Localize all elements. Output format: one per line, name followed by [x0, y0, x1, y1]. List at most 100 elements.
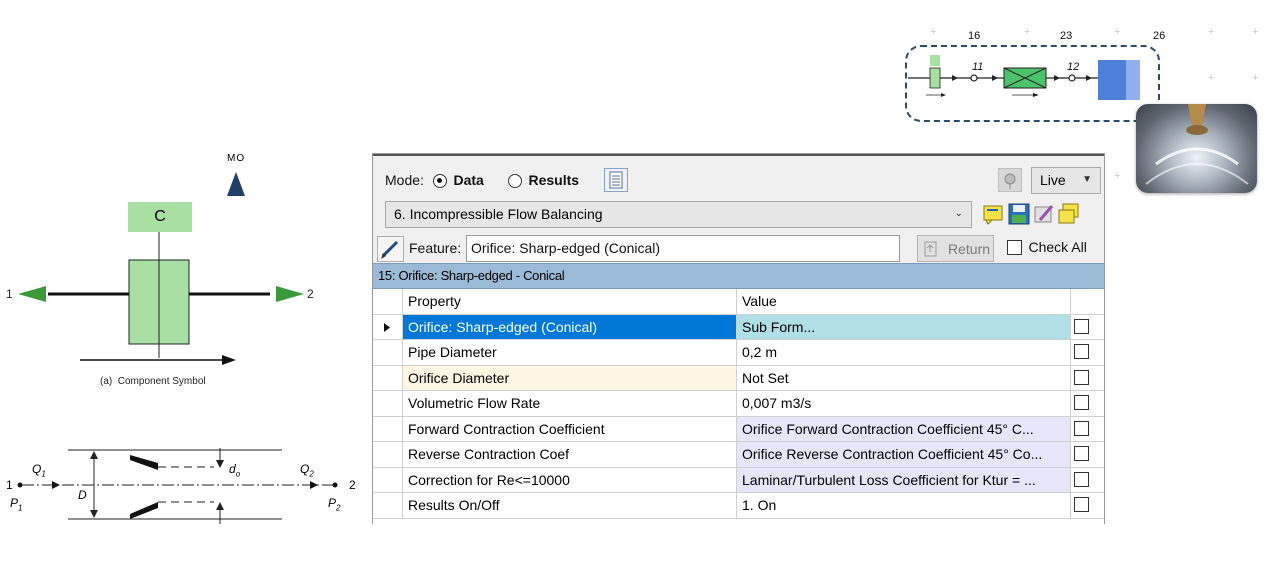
property-name: Correction for Re<=10000 [408, 471, 570, 488]
row-selector[interactable] [373, 365, 403, 390]
mode-label: Mode: [385, 172, 424, 188]
q1-label: Q1 [32, 462, 46, 478]
table-view-button[interactable] [604, 168, 628, 192]
radio-unselected-icon[interactable] [508, 173, 522, 188]
row-checkbox[interactable] [1074, 446, 1089, 461]
orifice-d-subscript: o [235, 469, 241, 479]
row-check[interactable] [1071, 417, 1104, 442]
scenario-select-value: 6. Incompressible Flow Balancing [394, 206, 603, 222]
value-cell[interactable]: 0,2 m [737, 340, 1071, 365]
property-cell[interactable]: Reverse Contraction Coef [403, 442, 737, 467]
pencil-button[interactable] [377, 236, 404, 262]
property-name: Orifice Diameter [408, 369, 510, 386]
row-selector[interactable] [373, 314, 403, 339]
table-row[interactable]: Correction for Re<=10000 Laminar/Turbule… [373, 467, 1104, 493]
pin-button[interactable] [998, 168, 1022, 192]
row-selector[interactable] [373, 442, 403, 467]
panel-top-border [373, 154, 1104, 156]
p2-subscript: 2 [336, 503, 341, 513]
value-cell[interactable]: Not Set [737, 365, 1071, 390]
property-cell[interactable]: Results On/Off [403, 493, 737, 518]
edit-button[interactable] [1032, 202, 1056, 226]
grid-mark: + [1208, 26, 1215, 38]
row-check[interactable] [1071, 442, 1104, 467]
sticky-notes-button[interactable] [1057, 202, 1081, 226]
edit-icon [1034, 205, 1054, 223]
property-value: Sub Form... [742, 318, 816, 335]
row-check[interactable] [1071, 468, 1104, 493]
property-cell[interactable]: Pipe Diameter [403, 340, 737, 365]
orifice-diagram: 1 2 Q1 Q2 P1 P2 D do [0, 440, 370, 530]
property-value: Orifice Forward Contraction Coefficient … [742, 420, 1034, 437]
row-check[interactable] [1071, 493, 1104, 518]
return-button[interactable]: Return [917, 235, 994, 262]
table-row[interactable]: Forward Contraction Coefficient Orifice … [373, 416, 1104, 442]
table-row[interactable]: Pipe Diameter 0,2 m [373, 340, 1104, 366]
row-checkbox[interactable] [1074, 318, 1089, 334]
header-spacer [373, 289, 403, 314]
value-cell[interactable]: Orifice Forward Contraction Coefficient … [737, 416, 1071, 441]
value-cell[interactable]: Laminar/Turbulent Loss Coefficient for K… [737, 467, 1071, 492]
row-checkbox[interactable] [1074, 395, 1089, 410]
row-checkbox[interactable] [1074, 369, 1089, 385]
row-check[interactable] [1071, 391, 1104, 416]
value-cell[interactable]: Sub Form... [737, 314, 1071, 339]
table-row[interactable]: Results On/Off 1. On [373, 493, 1104, 519]
row-checkbox[interactable] [1074, 471, 1089, 487]
row-check[interactable] [1071, 340, 1104, 365]
orifice-d-label: do [229, 462, 240, 478]
return-label: Return [948, 241, 991, 257]
grid-mark: + [1252, 26, 1259, 38]
pin-icon [1004, 173, 1016, 189]
row-check[interactable] [1071, 366, 1104, 391]
mode-results-radio[interactable]: Results [508, 172, 579, 190]
grid-mark: + [1252, 72, 1259, 84]
grid-mark: + [1114, 26, 1121, 38]
row-checkbox[interactable] [1074, 344, 1089, 359]
value-cell[interactable]: 0,007 m3/s [737, 391, 1071, 416]
header-property[interactable]: Property [403, 289, 737, 314]
check-all[interactable]: Check All [1007, 239, 1087, 257]
property-value: 0,007 m3/s [742, 395, 812, 411]
orifice-d-symbol: d [229, 462, 236, 476]
q2-subscript: 2 [309, 469, 314, 479]
grid-mark: + [1208, 72, 1215, 84]
scenario-select[interactable]: 6. Incompressible Flow Balancing ⌄ [385, 201, 972, 228]
row-selector[interactable] [373, 416, 403, 441]
row-selector[interactable] [373, 391, 403, 416]
value-cell[interactable]: Orifice Reverse Contraction Coefficient … [737, 442, 1071, 467]
row-selector[interactable] [373, 467, 403, 492]
orifice-port-right: 2 [349, 478, 356, 492]
chevron-down-icon: ▼ [1082, 174, 1092, 185]
property-cell[interactable]: Orifice Diameter [403, 365, 737, 390]
property-cell[interactable]: Forward Contraction Coefficient [403, 416, 737, 441]
save-button[interactable] [1007, 202, 1031, 226]
row-checkbox[interactable] [1074, 420, 1089, 436]
p1-label: P1 [10, 496, 22, 512]
radio-selected-icon[interactable] [433, 173, 447, 188]
feature-field[interactable]: Orifice: Sharp-edged (Conical) [466, 235, 900, 262]
row-selector[interactable] [373, 340, 403, 365]
live-select[interactable]: Live ▼ [1031, 167, 1101, 194]
row-selector[interactable] [373, 493, 403, 518]
check-all-checkbox[interactable] [1007, 240, 1022, 256]
row-checkbox[interactable] [1074, 497, 1089, 512]
notes-button[interactable] [982, 202, 1006, 226]
component-symbol: MO C 1 2 (a) Component Symbol [0, 150, 330, 390]
mode-data-radio[interactable]: Data [433, 172, 484, 190]
schematic-graphic [908, 55, 1140, 100]
property-cell[interactable]: Correction for Re<=10000 [403, 467, 737, 492]
value-cell[interactable]: 1. On [737, 493, 1071, 518]
table-row[interactable]: Orifice: Sharp-edged (Conical) Sub Form.… [373, 314, 1104, 340]
header-value[interactable]: Value [737, 289, 1071, 314]
table-row[interactable]: Volumetric Flow Rate 0,007 m3/s [373, 391, 1104, 417]
property-cell[interactable]: Volumetric Flow Rate [403, 391, 737, 416]
row-check[interactable] [1071, 315, 1104, 340]
property-grid: Property Value Orifice: Sharp-edged (Con… [373, 289, 1104, 524]
property-cell[interactable]: Orifice: Sharp-edged (Conical) [403, 314, 737, 339]
table-row[interactable]: Orifice Diameter Not Set [373, 365, 1104, 391]
property-name: Volumetric Flow Rate [408, 395, 541, 411]
notes-icon [1058, 203, 1079, 224]
pencil-icon [381, 240, 399, 259]
table-row[interactable]: Reverse Contraction Coef Orifice Reverse… [373, 442, 1104, 468]
